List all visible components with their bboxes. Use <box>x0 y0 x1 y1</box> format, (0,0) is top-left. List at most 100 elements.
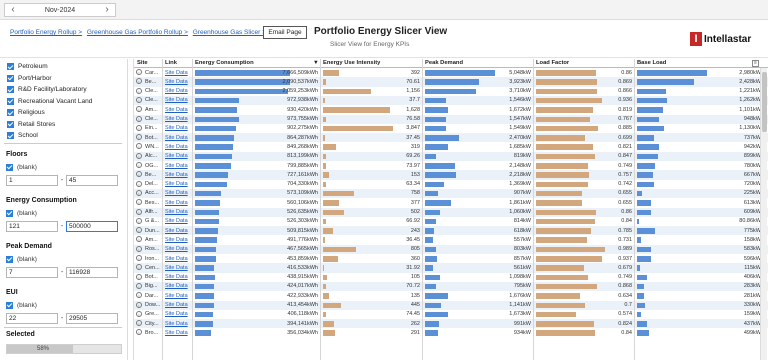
checkbox[interactable] <box>7 109 14 117</box>
info-icon[interactable]: i <box>136 134 142 141</box>
info-icon[interactable]: i <box>136 96 142 103</box>
info-icon[interactable]: i <box>136 189 142 196</box>
table-row[interactable]: i Alfr... Site Data 526,635kWh 502 1,060kW 0.8… <box>134 207 768 217</box>
site-data-link[interactable]: Site Data <box>165 163 188 169</box>
info-icon[interactable]: i <box>136 143 142 150</box>
checkbox[interactable] <box>7 86 14 94</box>
site-data-link[interactable]: Site Data <box>165 330 188 336</box>
col-load-factor[interactable]: Load Factor <box>536 60 569 66</box>
info-icon[interactable]: i <box>136 236 142 243</box>
site-data-link[interactable]: Site Data <box>165 274 188 280</box>
site-data-link[interactable]: Site Data <box>165 116 188 122</box>
table-row[interactable]: i Gre... Site Data 406,118kWh 74.45 1,673kW 0.… <box>134 310 768 319</box>
table-row[interactable]: i Ros... Site Data 467,565kWh 805 803kW 0.989 5… <box>134 244 768 254</box>
col-energy-consumption[interactable]: Energy Consumption <box>195 60 254 66</box>
col-peak-demand[interactable]: Peak Demand <box>425 60 463 66</box>
col-link[interactable]: Link <box>165 60 177 66</box>
site-data-link[interactable]: Site Data <box>165 200 188 206</box>
table-row[interactable]: i Ein... Site Data 902,275kWh 3,847 1,549kW 0.… <box>134 124 768 133</box>
site-data-link[interactable]: Site Data <box>165 293 188 299</box>
email-page-button[interactable]: Email Page <box>263 26 307 39</box>
table-row[interactable]: i Cle... Site Data 972,938kWh 37.7 1,546kW 0.9… <box>134 95 768 106</box>
site-data-link[interactable]: Site Data <box>165 283 188 289</box>
info-icon[interactable]: i <box>136 152 142 159</box>
info-icon[interactable]: i <box>136 320 142 327</box>
site-data-link[interactable]: Site Data <box>165 302 188 308</box>
table-row[interactable]: i Am... Site Data 930,420kWh 1,628 1,672kW 0.8… <box>134 105 768 114</box>
breadcrumb-portfolio-energy[interactable]: Portfolio Energy Rollup > <box>10 29 82 36</box>
info-icon[interactable]: i <box>136 199 142 206</box>
peak-max-input[interactable]: 116928 <box>66 267 118 278</box>
checkbox[interactable] <box>7 74 14 82</box>
blank-checkbox[interactable] <box>6 209 13 217</box>
checkbox[interactable] <box>7 120 14 128</box>
site-data-link[interactable]: Site Data <box>165 107 188 113</box>
energy-min-input[interactable]: 121 <box>6 221 58 232</box>
table-row[interactable]: i Bro... Site Data 356,034kWh 291 934kW 0.84 49… <box>134 328 768 337</box>
table-row[interactable]: i Dow... Site Data 413,454kWh 445 1,141kW 0.7 3… <box>134 300 768 310</box>
eui-max-input[interactable]: 29505 <box>66 313 118 324</box>
info-icon[interactable]: i <box>136 78 142 85</box>
info-icon[interactable]: i <box>136 69 142 75</box>
table-row[interactable]: i OG... Site Data 799,885kWh 73.97 2,148kW 0.7… <box>134 161 768 170</box>
energy-max-input[interactable]: 500000 <box>66 221 118 232</box>
info-icon[interactable]: i <box>136 273 142 280</box>
site-data-link[interactable]: Site Data <box>165 237 188 243</box>
checkbox[interactable] <box>7 63 14 71</box>
table-row[interactable]: i Bot... Site Data 438,915kWh 105 1,098kW 0.74… <box>134 273 768 282</box>
col-base-load[interactable]: Base Load <box>637 60 666 66</box>
info-icon[interactable]: i <box>136 217 142 224</box>
site-data-link[interactable]: Site Data <box>165 209 188 215</box>
category-item[interactable]: Port/Harbor <box>2 73 126 85</box>
table-menu-icon[interactable]: ≡ <box>752 60 759 67</box>
site-data-link[interactable]: Site Data <box>165 256 188 262</box>
info-icon[interactable]: i <box>136 292 142 299</box>
table-row[interactable]: i Bes... Site Data 560,106kWh 377 1,861kW 0.65… <box>134 198 768 207</box>
floors-max-input[interactable]: 45 <box>66 175 118 186</box>
info-icon[interactable]: i <box>136 329 142 336</box>
site-data-link[interactable]: Site Data <box>165 144 188 150</box>
table-row[interactable]: i Del... Site Data 704,330kWh 63.34 1,369kW 0.… <box>134 180 768 189</box>
table-row[interactable]: i Iron... Site Data 453,859kWh 360 857kW 0.937… <box>134 254 768 263</box>
site-data-link[interactable]: Site Data <box>165 311 188 317</box>
breadcrumb-ghg-slicer[interactable]: Greenhouse Gas Slicer > <box>193 29 266 36</box>
scroll-thumb[interactable] <box>762 72 767 132</box>
info-icon[interactable]: i <box>136 245 142 252</box>
site-data-link[interactable]: Site Data <box>165 321 188 327</box>
table-row[interactable]: i Car... Site Data 7,666,509kWh 392 5,048kW 0.… <box>134 68 768 77</box>
site-data-link[interactable]: Site Data <box>165 79 188 85</box>
next-month-button[interactable]: › <box>99 4 115 16</box>
blank-checkbox[interactable] <box>6 301 13 309</box>
site-data-link[interactable]: Site Data <box>165 228 188 234</box>
blank-checkbox[interactable] <box>6 255 13 263</box>
info-icon[interactable]: i <box>136 171 142 178</box>
info-icon[interactable]: i <box>136 255 142 261</box>
table-row[interactable]: i Be... Site Data 727,161kWh 153 2,218kW 0.757… <box>134 170 768 180</box>
eui-min-input[interactable]: 22 <box>6 313 58 324</box>
site-data-link[interactable]: Site Data <box>165 70 188 76</box>
site-data-link[interactable]: Site Data <box>165 218 188 224</box>
table-row[interactable]: i Dar... Site Data 422,933kWh 135 1,676kW 0.63… <box>134 291 768 300</box>
info-icon[interactable]: i <box>136 106 142 113</box>
table-row[interactable]: i WN... Site Data 849,268kWh 319 1,685kW 0.821… <box>134 142 768 151</box>
table-row[interactable]: iG &... Site Data 526,303kWh 66.92 814kW 0.84… <box>134 217 768 226</box>
info-icon[interactable]: i <box>136 180 142 187</box>
site-data-link[interactable]: Site Data <box>165 181 188 187</box>
category-item[interactable]: School <box>2 130 126 141</box>
table-row[interactable]: i Be... Site Data 2,090,537kWh 70.61 3,923kW 0… <box>134 77 768 87</box>
info-icon[interactable]: i <box>136 282 142 289</box>
checkbox[interactable] <box>7 132 14 140</box>
col-site[interactable]: Site <box>137 60 148 66</box>
info-icon[interactable]: i <box>136 115 142 122</box>
info-icon[interactable]: i <box>136 208 142 215</box>
info-icon[interactable]: i <box>136 124 142 131</box>
category-item[interactable]: R&D Facility/Laboratory <box>2 84 126 96</box>
info-icon[interactable]: i <box>136 227 142 234</box>
checkbox[interactable] <box>7 97 14 105</box>
site-data-link[interactable]: Site Data <box>165 125 188 131</box>
sort-desc-icon[interactable]: ▼ <box>313 60 319 66</box>
site-data-link[interactable]: Site Data <box>165 153 188 159</box>
site-data-link[interactable]: Site Data <box>165 88 188 94</box>
col-eui[interactable]: Energy Use Intensity <box>323 60 380 66</box>
site-data-link[interactable]: Site Data <box>165 265 188 271</box>
